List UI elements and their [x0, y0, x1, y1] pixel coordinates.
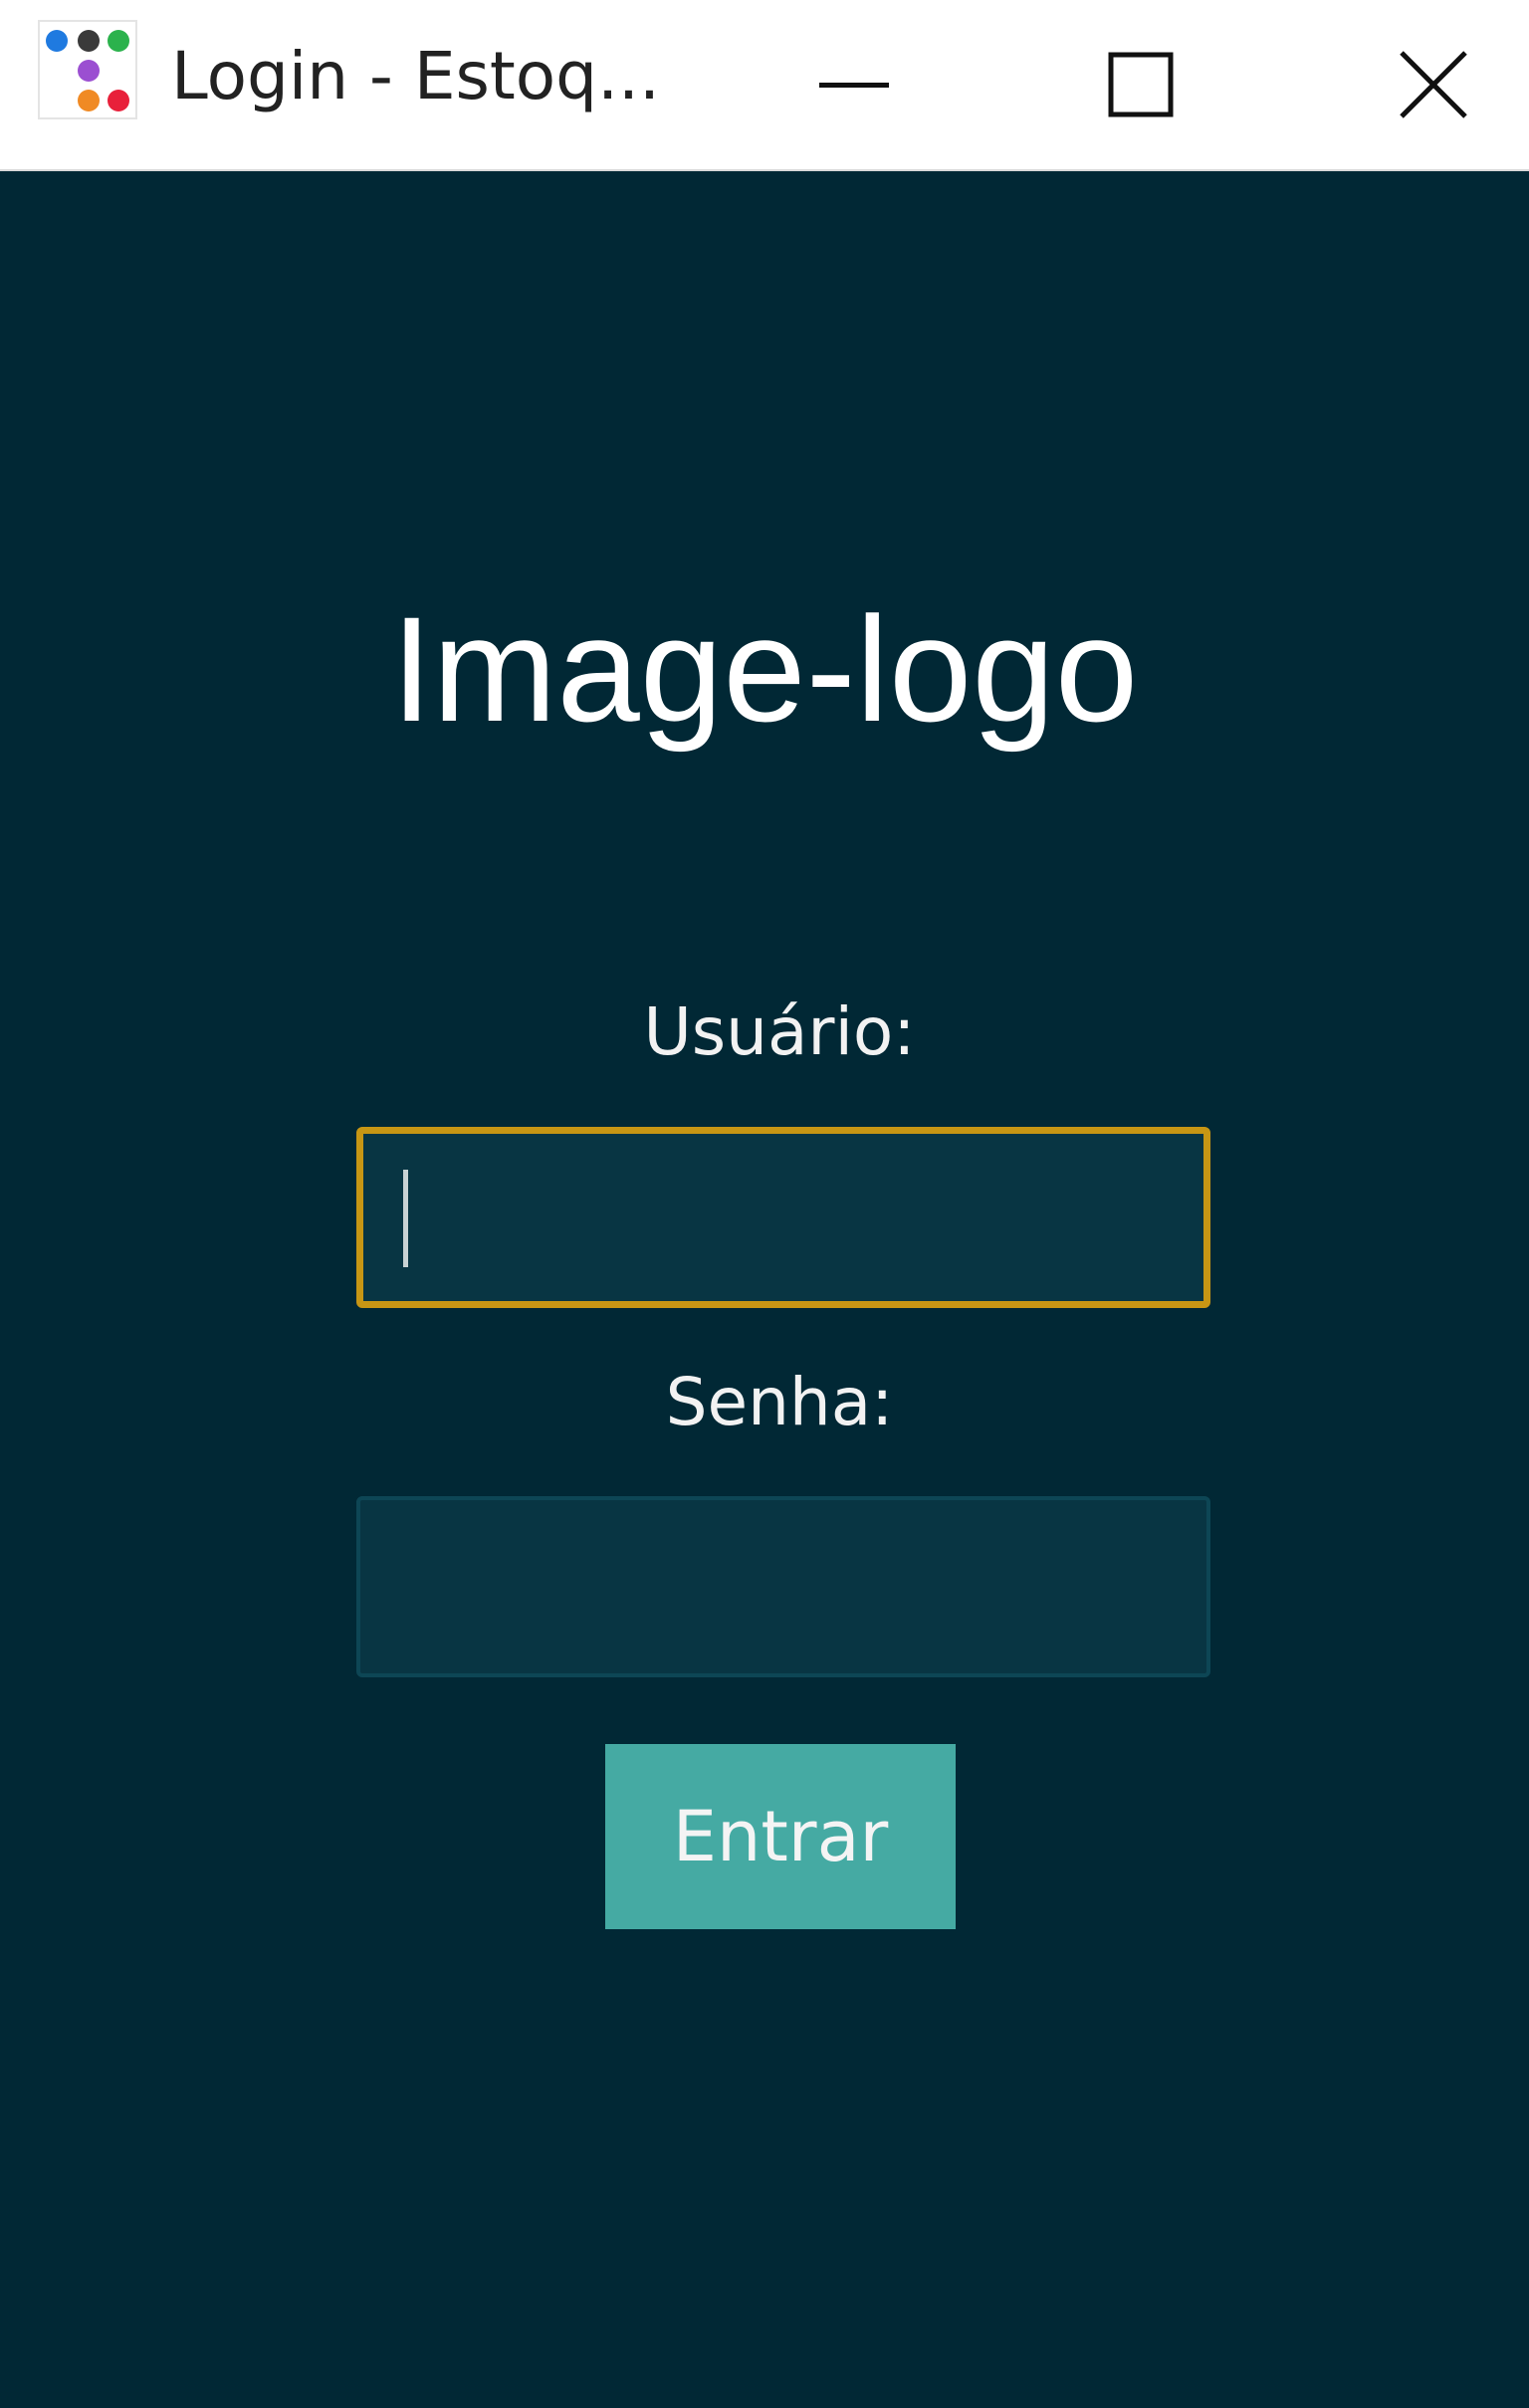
maximize-button[interactable]: [1031, 0, 1250, 169]
minimize-button[interactable]: [745, 0, 964, 169]
maximize-icon: [1108, 52, 1174, 117]
window-titlebar[interactable]: Login - Estoq...: [0, 0, 1529, 171]
app-dots-icon: [38, 20, 137, 119]
minimize-icon: [819, 83, 889, 88]
username-label: Usuário:: [643, 993, 916, 1070]
login-button[interactable]: Entrar: [605, 1744, 956, 1929]
username-input[interactable]: [356, 1127, 1210, 1308]
close-icon: [1400, 51, 1467, 118]
close-button[interactable]: [1324, 0, 1529, 169]
text-caret: [403, 1170, 408, 1267]
password-label: Senha:: [665, 1364, 894, 1440]
window-title: Login - Estoq...: [171, 38, 661, 114]
logo-image: Image-logo: [390, 585, 1139, 753]
login-window-body: Image-logo Usuário: Senha: Entrar: [0, 171, 1529, 2408]
password-input[interactable]: [356, 1496, 1210, 1677]
